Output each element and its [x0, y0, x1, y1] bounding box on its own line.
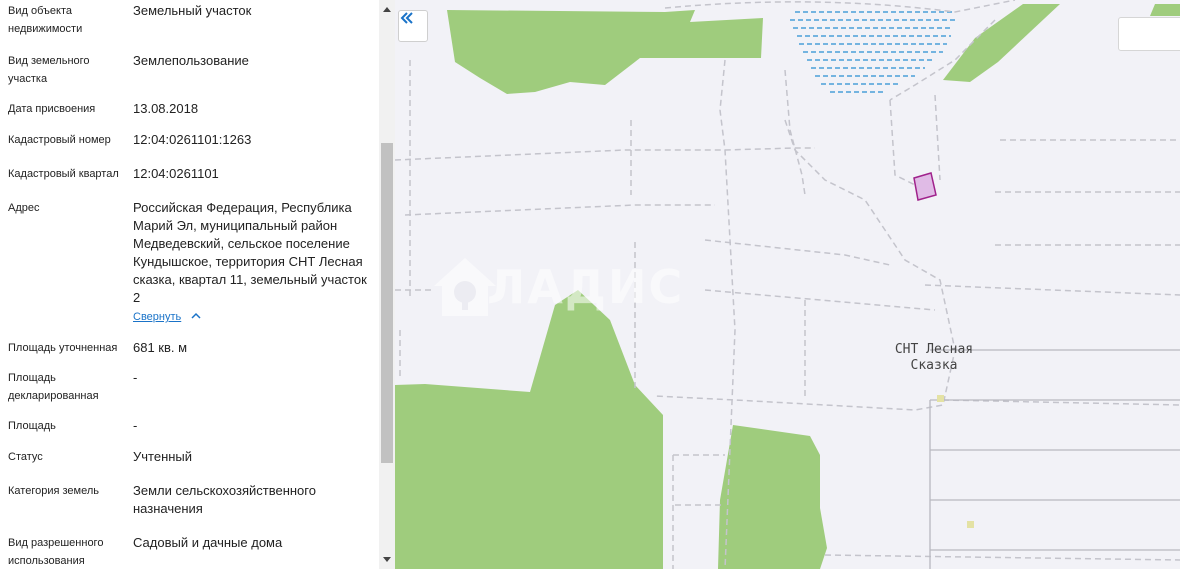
- panel-scrollbar[interactable]: [379, 0, 395, 569]
- field-label: Статус: [8, 451, 43, 463]
- chevron-up-icon[interactable]: [190, 310, 202, 322]
- forest-area: [395, 290, 663, 569]
- field-value: 681 кв. м: [133, 340, 188, 355]
- field-label: Вид земельного участка: [8, 55, 90, 85]
- selected-parcel: [913, 172, 937, 201]
- field-value: -: [133, 418, 138, 433]
- property-info-panel: Вид объекта недвижимости Земельный участ…: [0, 0, 380, 569]
- field-value: Российская Федерация, Республика Марий Э…: [133, 200, 367, 305]
- area-label-line: Сказка: [910, 358, 958, 373]
- scrollbar-thumb[interactable]: [381, 143, 393, 463]
- collapse-panel-button[interactable]: [398, 10, 428, 42]
- field-label: Кадастровый номер: [8, 134, 111, 146]
- field-label: Площадь: [8, 420, 56, 432]
- field-label: Площадь уточненная: [8, 342, 118, 354]
- field-value: 12:04:0261101: [133, 166, 219, 181]
- field-label: Категория земель: [8, 485, 99, 497]
- plot-boundaries: [929, 349, 1180, 569]
- area-label-line: СНТ Лесная: [894, 342, 974, 357]
- water-area: [790, 11, 955, 93]
- scroll-down-arrow-icon[interactable]: [383, 557, 391, 562]
- field-label: Кадастровый квартал: [8, 168, 119, 180]
- cadastral-map[interactable]: ВЛАДИС СНТ Лесная Сказка: [395, 0, 1180, 569]
- forest-area: [447, 10, 763, 94]
- field-label: Вид объекта недвижимости: [8, 5, 83, 35]
- map-search-box[interactable]: [1118, 17, 1180, 51]
- field-label: Дата присвоения: [8, 103, 96, 115]
- field-value: Земельный участок: [133, 3, 252, 18]
- map-marker: [937, 395, 944, 402]
- field-value: Учтенный: [133, 449, 193, 464]
- collapse-address-link[interactable]: Свернуть: [133, 309, 181, 325]
- field-value: Садовый и дачные дома: [133, 535, 283, 550]
- field-value: 13.08.2018: [133, 101, 199, 116]
- field-label: Вид разрешенного использования: [8, 537, 104, 567]
- forest-area: [718, 425, 827, 569]
- field-label: Площадь декларированная: [8, 372, 99, 402]
- house-logo-icon: [434, 258, 496, 316]
- scroll-up-arrow-icon[interactable]: [383, 7, 391, 12]
- field-value: Земли сельскохозяйственного назначения: [133, 483, 316, 516]
- field-label: Адрес: [8, 202, 40, 214]
- area-label: СНТ Лесная Сказка: [879, 342, 989, 374]
- field-value: 12:04:0261101:1263: [133, 132, 252, 147]
- watermark: ВЛАДИС: [430, 252, 684, 322]
- forest-area: [943, 4, 1060, 82]
- map-marker: [967, 521, 974, 528]
- field-value: Землепользование: [133, 53, 249, 68]
- field-value: -: [133, 370, 138, 385]
- double-chevron-left-icon: [400, 12, 413, 24]
- forest-area: [1150, 4, 1180, 16]
